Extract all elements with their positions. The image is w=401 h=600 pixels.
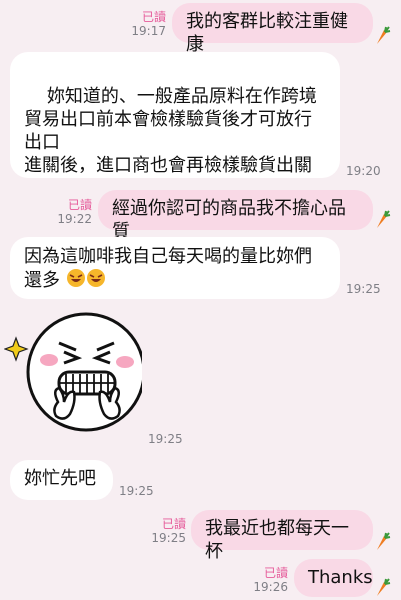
outgoing-message[interactable]: Thanks [294, 559, 373, 597]
message-meta: 19:25 [119, 484, 159, 498]
chat-thread: 已讀 19:17 我的客群比較注重健康 妳知道的、一般產品原料在作跨境貿易出口前… [0, 0, 401, 600]
message-meta: 19:20 [346, 164, 386, 178]
carrot-icon [377, 578, 391, 596]
message-meta: 已讀 19:22 [54, 198, 92, 226]
incoming-message[interactable]: 因為這咖啡我自己每天喝的量比妳們還多 [10, 237, 340, 299]
message-time: 19:25 [346, 282, 381, 296]
message-time: 19:25 [119, 484, 154, 498]
message-time: 19:20 [346, 164, 381, 178]
message-meta: 19:25 [148, 432, 188, 446]
carrot-icon [377, 532, 391, 550]
message-meta: 19:25 [346, 282, 386, 296]
message-text: 我最近也都每天一杯 [205, 518, 349, 562]
message-text: 經過你認可的商品我不擔心品質 [112, 198, 346, 242]
carrot-icon [377, 26, 391, 44]
carrot-icon [377, 210, 391, 228]
rofl-emoji [66, 268, 86, 294]
message-text: 妳忙先吧 [24, 468, 96, 489]
incoming-message[interactable]: 妳忙先吧 [10, 460, 113, 500]
message-time: 19:25 [151, 531, 186, 545]
message-time: 19:17 [131, 24, 166, 38]
incoming-message[interactable]: 妳知道的、一般產品原料在作跨境貿易出口前本會檢樣驗貨後才可放行出口 進關後，進口… [10, 52, 340, 178]
message-meta: 已讀 19:26 [250, 566, 288, 594]
message-meta: 已讀 19:25 [148, 517, 186, 545]
outgoing-message[interactable]: 我最近也都每天一杯 [191, 510, 373, 562]
message-time: 19:25 [148, 432, 183, 446]
message-text: 妳知道的、一般產品原料在作跨境貿易出口前本會檢樣驗貨後才可放行出口 進關後，進口… [24, 86, 317, 176]
read-receipt: 已讀 [67, 198, 92, 212]
read-receipt: 已讀 [263, 566, 288, 580]
read-receipt: 已讀 [141, 10, 166, 24]
message-text: Thanks [308, 567, 373, 588]
rofl-emoji [86, 268, 106, 294]
outgoing-message[interactable]: 經過你認可的商品我不擔心品質 [98, 190, 373, 242]
read-receipt: 已讀 [161, 517, 186, 531]
grinning-face-sticker[interactable] [4, 310, 142, 448]
message-meta: 已讀 19:17 [128, 10, 166, 38]
message-time: 19:26 [253, 580, 288, 594]
message-time: 19:22 [57, 212, 92, 226]
outgoing-message[interactable]: 我的客群比較注重健康 [172, 3, 373, 55]
message-text: 我的客群比較注重健康 [186, 11, 348, 55]
